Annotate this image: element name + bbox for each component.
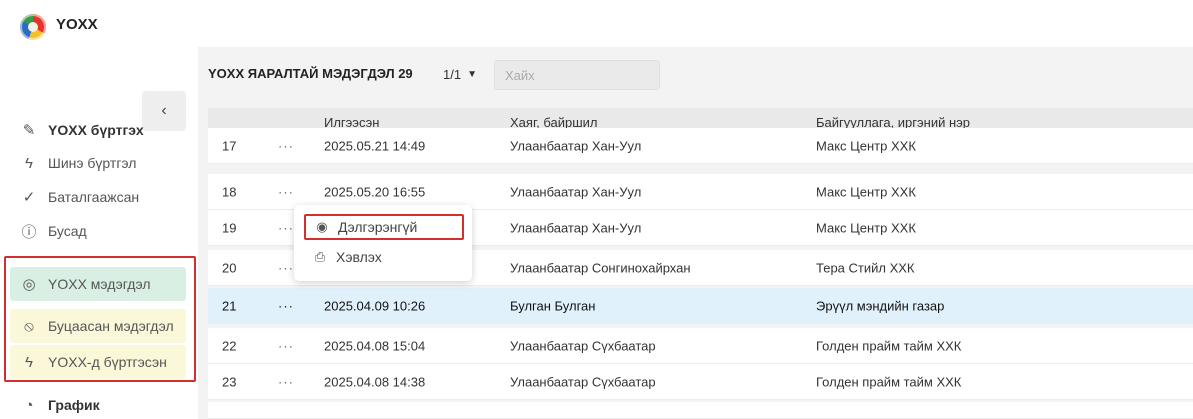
row-organization: Тера Стийл ХХК xyxy=(816,260,915,275)
row-address: Улаанбаатар Хан-Уул xyxy=(510,184,642,199)
sidebar-item-other[interactable]: ⓘ Бусад xyxy=(10,214,186,248)
row-number: 17 xyxy=(222,138,237,153)
row-organization: Эрүүл мэндийн газар xyxy=(816,298,945,313)
row-address: Улаанбаатар Сүхбаатар xyxy=(510,374,656,389)
row-organization: Макс Центр ХХК xyxy=(816,184,916,199)
sidebar-item-label: Шинэ бүртгэл xyxy=(48,155,137,171)
table-row[interactable]: 22 ··· 2025.04.08 15:04 Улаанбаатар Сүхб… xyxy=(208,328,1193,364)
table-row-selected[interactable]: 21 ··· 2025.04.09 10:26 Булган Булган Эр… xyxy=(208,288,1193,324)
page-title: YOXX ЯАРАЛТАЙ МЭДЭГДЭЛ 29 xyxy=(208,66,413,81)
row-actions-button[interactable]: ··· xyxy=(278,298,294,313)
row-actions-button[interactable]: ··· xyxy=(278,338,294,353)
sidebar-item-label: Бусад xyxy=(48,223,87,239)
row-address: Улаанбаатар Сүхбаатар xyxy=(510,338,656,353)
lightning-icon: ϟ xyxy=(25,353,33,371)
row-organization: Голден прайм тайм ХХК xyxy=(816,374,962,389)
sidebar-item-returned-notice[interactable]: ⦸ Буцаасан мэдэгдэл xyxy=(10,309,186,343)
menu-item-label: Хэвлэх xyxy=(336,249,382,265)
sidebar-item-label: Буцаасан мэдэгдэл xyxy=(48,318,174,334)
row-actions-button[interactable]: ··· xyxy=(278,374,294,389)
row-number: 19 xyxy=(222,220,237,235)
sidebar-item-label: YOXX мэдэгдэл xyxy=(48,276,151,292)
row-number: 20 xyxy=(222,260,237,275)
sidebar-item-label: Баталгаажсан xyxy=(48,189,140,205)
check-circle-icon: ✓ xyxy=(22,189,36,206)
row-date: 2025.05.20 16:55 xyxy=(324,184,426,199)
logo xyxy=(20,14,46,40)
row-address: Улаанбаатар Хан-Уул xyxy=(510,138,642,153)
row-date: 2025.04.09 10:26 xyxy=(324,298,426,313)
menu-item-details[interactable]: ◉ Дэлгэрэнгүй xyxy=(304,214,464,240)
ban-icon: ⦸ xyxy=(24,317,34,335)
row-number: 22 xyxy=(222,338,237,353)
page-select-value: 1/1 xyxy=(443,66,462,82)
sidebar-item-confirmed[interactable]: ✓ Баталгаажсан xyxy=(10,180,186,214)
page-select[interactable]: 1/1 ▼ xyxy=(432,60,488,88)
table-row-partial[interactable] xyxy=(208,402,1193,419)
table-row[interactable]: 23 ··· 2025.04.08 14:38 Улаанбаатар Сүхб… xyxy=(208,364,1193,400)
row-address: Улаанбаатар Хан-Уул xyxy=(510,220,642,235)
app-title: YOXX xyxy=(56,16,98,33)
sidebar-item-yoxx-register[interactable]: ✎ YOXX бүртгэх xyxy=(10,113,186,147)
row-address: Булган Булган xyxy=(510,298,596,313)
menu-item-print[interactable]: ⎙ Хэвлэх xyxy=(304,244,464,270)
sidebar-item-label: График xyxy=(48,397,100,413)
row-organization: Макс Центр ХХК xyxy=(816,138,916,153)
row-date: 2025.04.08 14:38 xyxy=(324,374,426,389)
row-organization: Голден прайм тайм ХХК xyxy=(816,338,962,353)
chevron-down-icon: ▼ xyxy=(467,68,477,80)
sidebar-item-label: YOXX бүртгэх xyxy=(48,122,144,138)
menu-item-label: Дэлгэрэнгүй xyxy=(338,219,418,235)
row-organization: Макс Центр ХХК xyxy=(816,220,916,235)
sidebar-item-chart[interactable]: ◔ График xyxy=(10,388,186,419)
row-address: Улаанбаатар Сонгинохайрхан xyxy=(510,260,691,275)
row-actions-button[interactable]: ··· xyxy=(278,184,294,199)
clock-chart-icon: ◔ xyxy=(24,396,34,414)
info-circle-icon: ⓘ xyxy=(21,223,37,241)
sidebar-item-new-registration[interactable]: ϟ Шинэ бүртгэл xyxy=(10,146,186,180)
search-input[interactable] xyxy=(494,60,660,90)
row-date: 2025.05.21 14:49 xyxy=(324,138,426,153)
row-date: 2025.04.08 15:04 xyxy=(324,338,426,353)
sidebar-item-label: YOXX-д бүртгэсэн xyxy=(48,354,167,370)
pen-icon: ✎ xyxy=(22,122,36,139)
eye-icon: ◉ xyxy=(316,219,328,234)
location-pin-icon: ◎ xyxy=(22,276,36,293)
row-number: 23 xyxy=(222,374,237,389)
row-actions-button[interactable]: ··· xyxy=(278,220,294,235)
table-row[interactable]: 17 ··· 2025.05.21 14:49 Улаанбаатар Хан-… xyxy=(208,128,1193,164)
row-context-menu: ◉ Дэлгэрэнгүй ⎙ Хэвлэх xyxy=(294,205,472,281)
row-actions-button[interactable]: ··· xyxy=(278,260,294,275)
row-actions-button[interactable]: ··· xyxy=(278,138,294,153)
sidebar-item-registered-to-yoxx[interactable]: ϟ YOXX-д бүртгэсэн xyxy=(10,345,186,379)
row-number: 21 xyxy=(222,298,237,313)
printer-icon: ⎙ xyxy=(314,249,326,264)
row-number: 18 xyxy=(222,184,237,199)
lightning-icon: ϟ xyxy=(25,154,33,172)
sidebar-item-yoxx-notice[interactable]: ◎ YOXX мэдэгдэл xyxy=(10,267,186,301)
